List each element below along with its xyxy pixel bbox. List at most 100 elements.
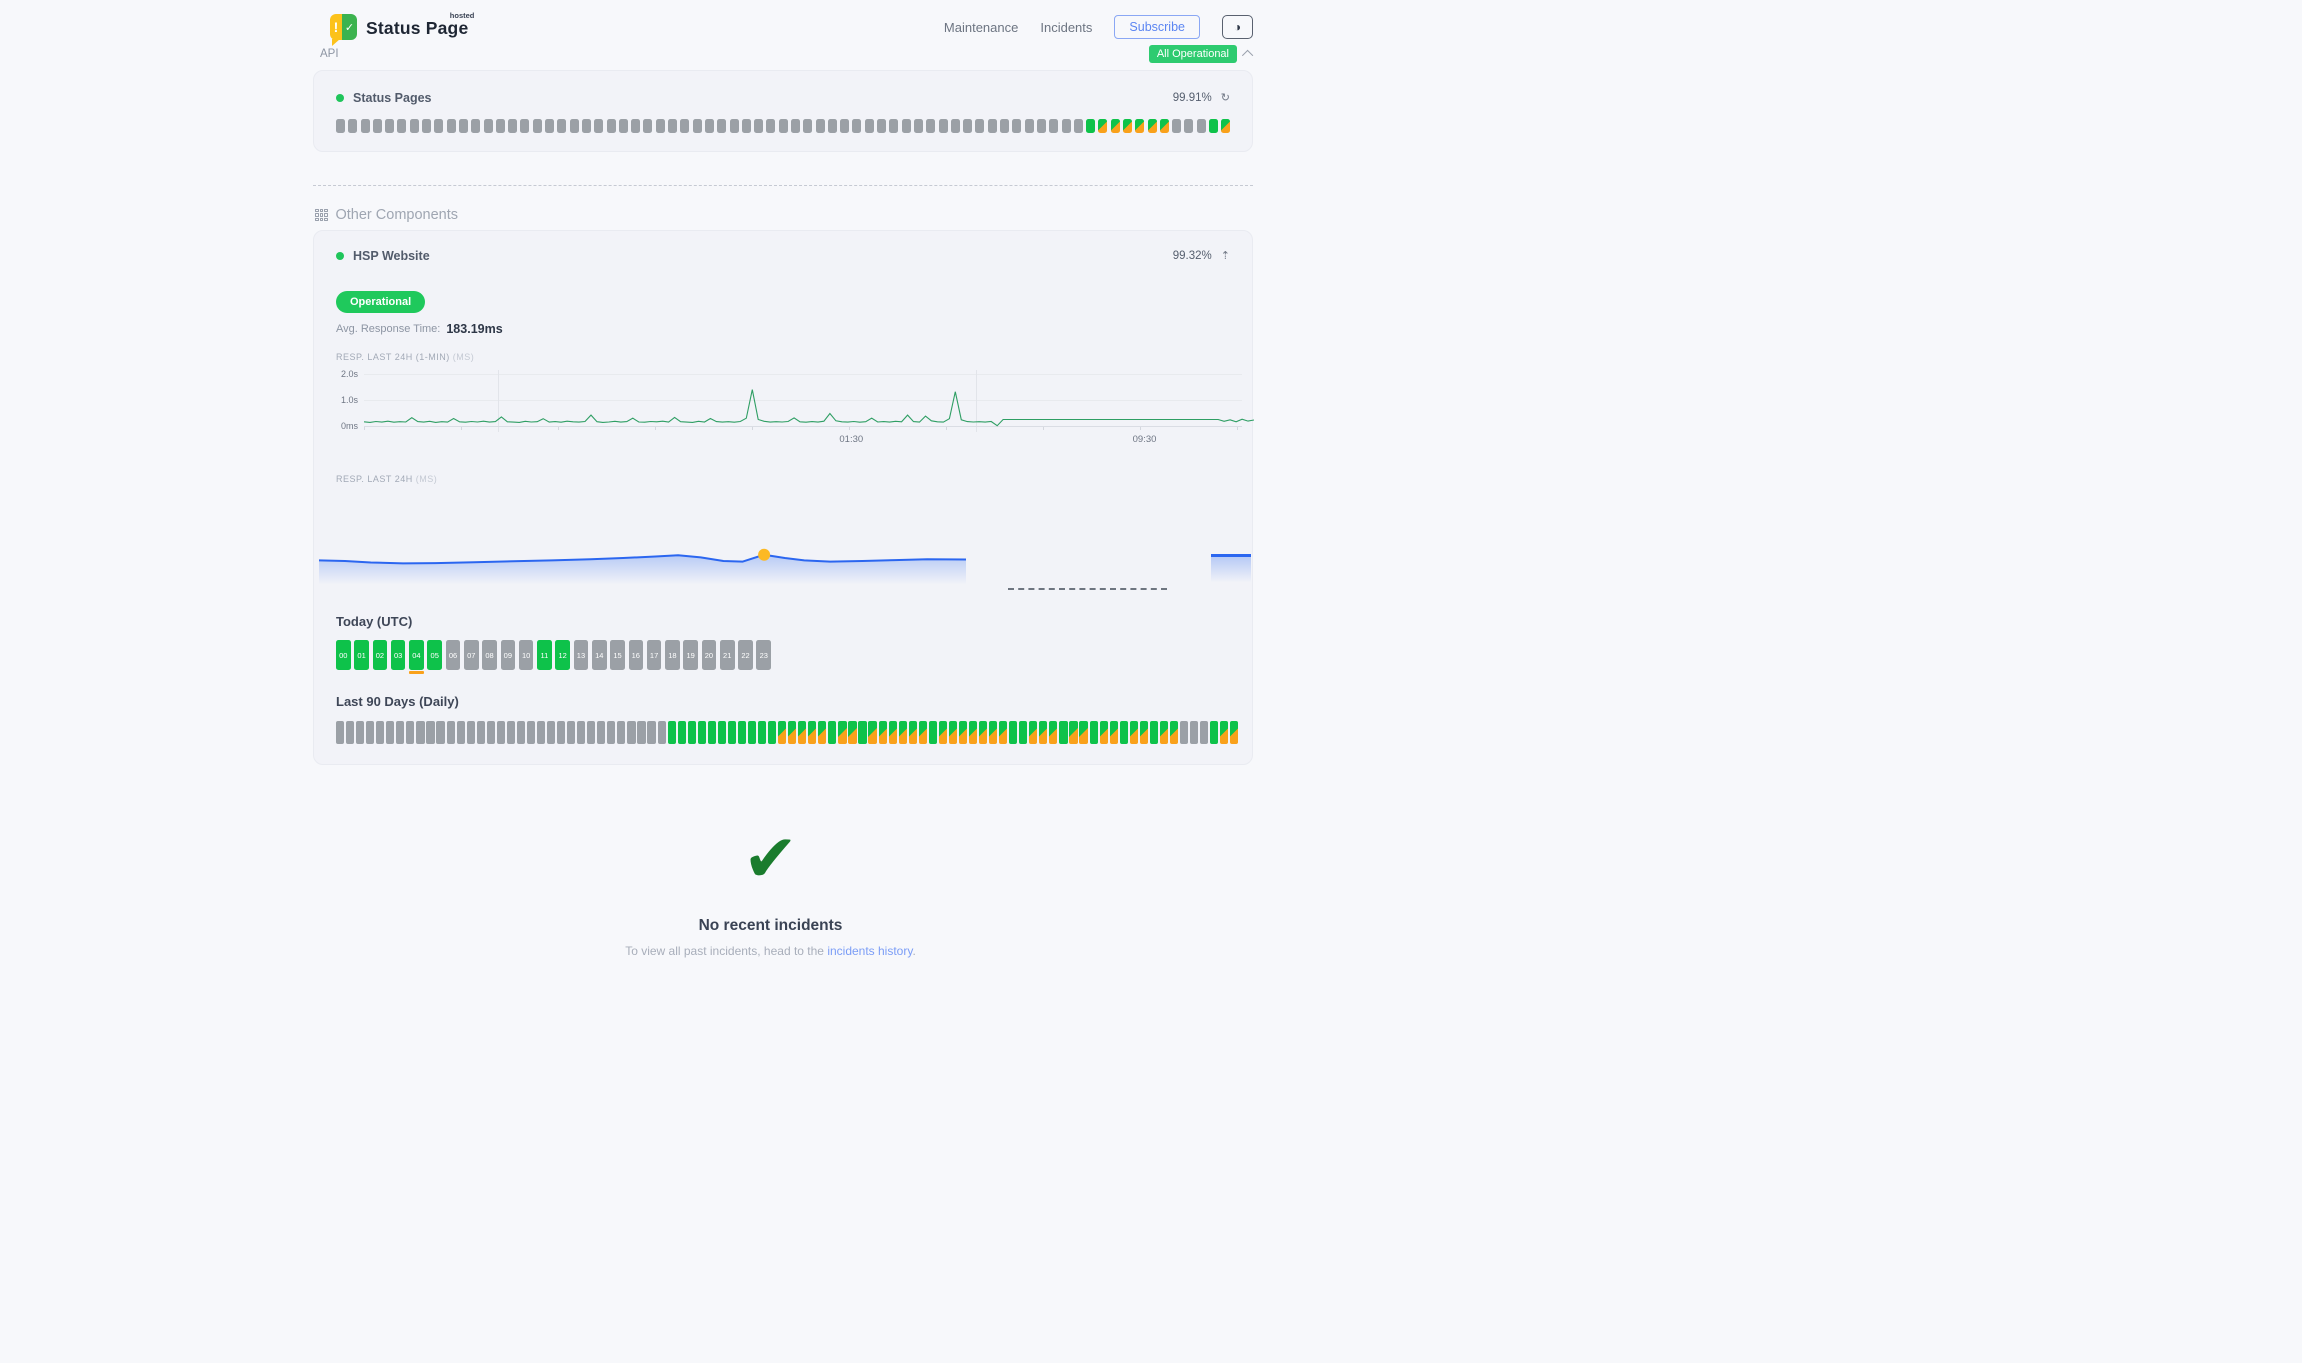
day-block[interactable]: [1120, 721, 1128, 744]
uptime-bar[interactable]: [816, 119, 825, 133]
day-block[interactable]: [728, 721, 736, 744]
day-block[interactable]: [969, 721, 977, 744]
day-block[interactable]: [919, 721, 927, 744]
day-block[interactable]: [497, 721, 505, 744]
uptime-bar[interactable]: [1037, 119, 1046, 133]
hour-block-20[interactable]: 20: [702, 640, 717, 670]
day-block[interactable]: [567, 721, 575, 744]
uptime-bar[interactable]: [779, 119, 788, 133]
day-block[interactable]: [999, 721, 1007, 744]
day-block[interactable]: [979, 721, 987, 744]
component-row-status-pages[interactable]: Status Pages 99.91% ↻: [336, 91, 1230, 105]
day-block[interactable]: [1049, 721, 1057, 744]
hour-block-00[interactable]: 00: [336, 640, 351, 670]
day-block[interactable]: [386, 721, 394, 744]
day-block[interactable]: [668, 721, 676, 744]
nav-incidents[interactable]: Incidents: [1040, 20, 1092, 35]
day-block[interactable]: [637, 721, 645, 744]
day-block[interactable]: [1190, 721, 1198, 744]
uptime-bar[interactable]: [852, 119, 861, 133]
day-block[interactable]: [718, 721, 726, 744]
hour-block-19[interactable]: 19: [683, 640, 698, 670]
day-block[interactable]: [627, 721, 635, 744]
component-row-hsp-website[interactable]: HSP Website 99.32% ⇡: [336, 249, 1230, 263]
day-block[interactable]: [1180, 721, 1188, 744]
day-block[interactable]: [1140, 721, 1148, 744]
hour-block-05[interactable]: 05: [427, 640, 442, 670]
day-block[interactable]: [1090, 721, 1098, 744]
uptime-bar[interactable]: [1025, 119, 1034, 133]
uptime-bar[interactable]: [631, 119, 640, 133]
day-block[interactable]: [879, 721, 887, 744]
day-block[interactable]: [547, 721, 555, 744]
day-block[interactable]: [1059, 721, 1067, 744]
uptime-bar[interactable]: [1049, 119, 1058, 133]
uptime-bar[interactable]: [1111, 119, 1120, 133]
uptime-bar[interactable]: [963, 119, 972, 133]
day-block[interactable]: [949, 721, 957, 744]
day-block[interactable]: [597, 721, 605, 744]
day-block[interactable]: [457, 721, 465, 744]
hour-block-17[interactable]: 17: [647, 640, 662, 670]
uptime-bar[interactable]: [988, 119, 997, 133]
day-block[interactable]: [517, 721, 525, 744]
day-block[interactable]: [426, 721, 434, 744]
collapse-chevron-icon[interactable]: [1242, 50, 1253, 61]
hour-block-04[interactable]: 04: [409, 640, 424, 670]
uptime-bar[interactable]: [434, 119, 443, 133]
hour-block-18[interactable]: 18: [665, 640, 680, 670]
uptime-bar[interactable]: [1098, 119, 1107, 133]
collapse-arrow-icon[interactable]: ⇡: [1221, 251, 1230, 262]
uptime-bar[interactable]: [533, 119, 542, 133]
uptime-bar[interactable]: [1000, 119, 1009, 133]
day-block[interactable]: [1029, 721, 1037, 744]
uptime-bar[interactable]: [951, 119, 960, 133]
uptime-bar[interactable]: [397, 119, 406, 133]
day-block[interactable]: [1160, 721, 1168, 744]
hour-block-14[interactable]: 14: [592, 640, 607, 670]
day-block[interactable]: [688, 721, 696, 744]
uptime-bar[interactable]: [1209, 119, 1218, 133]
uptime-bar[interactable]: [582, 119, 591, 133]
nav-maintenance[interactable]: Maintenance: [944, 20, 1018, 35]
uptime-bar[interactable]: [1123, 119, 1132, 133]
day-block[interactable]: [346, 721, 354, 744]
day-block[interactable]: [838, 721, 846, 744]
uptime-bar[interactable]: [410, 119, 419, 133]
day-block[interactable]: [647, 721, 655, 744]
uptime-bar[interactable]: [877, 119, 886, 133]
day-block[interactable]: [356, 721, 364, 744]
uptime-bar[interactable]: [680, 119, 689, 133]
day-block[interactable]: [1130, 721, 1138, 744]
day-block[interactable]: [1110, 721, 1118, 744]
uptime-bar[interactable]: [361, 119, 370, 133]
uptime-bar[interactable]: [914, 119, 923, 133]
day-block[interactable]: [467, 721, 475, 744]
day-block[interactable]: [788, 721, 796, 744]
day-block[interactable]: [416, 721, 424, 744]
refresh-icon[interactable]: ↻: [1221, 93, 1230, 104]
hour-block-06[interactable]: 06: [446, 640, 461, 670]
day-block[interactable]: [406, 721, 414, 744]
uptime-bar[interactable]: [828, 119, 837, 133]
day-block[interactable]: [758, 721, 766, 744]
day-block[interactable]: [868, 721, 876, 744]
uptime-bar[interactable]: [385, 119, 394, 133]
uptime-bar[interactable]: [1062, 119, 1071, 133]
day-block[interactable]: [1150, 721, 1158, 744]
uptime-bar[interactable]: [471, 119, 480, 133]
day-block[interactable]: [477, 721, 485, 744]
day-block[interactable]: [1200, 721, 1208, 744]
day-block[interactable]: [507, 721, 515, 744]
uptime-bar[interactable]: [668, 119, 677, 133]
uptime-bar[interactable]: [557, 119, 566, 133]
uptime-bar[interactable]: [1148, 119, 1157, 133]
uptime-bar[interactable]: [939, 119, 948, 133]
uptime-bar[interactable]: [594, 119, 603, 133]
day-block[interactable]: [658, 721, 666, 744]
uptime-bar[interactable]: [926, 119, 935, 133]
uptime-bar[interactable]: [975, 119, 984, 133]
uptime-bar[interactable]: [766, 119, 775, 133]
uptime-bar[interactable]: [1160, 119, 1169, 133]
day-block[interactable]: [436, 721, 444, 744]
